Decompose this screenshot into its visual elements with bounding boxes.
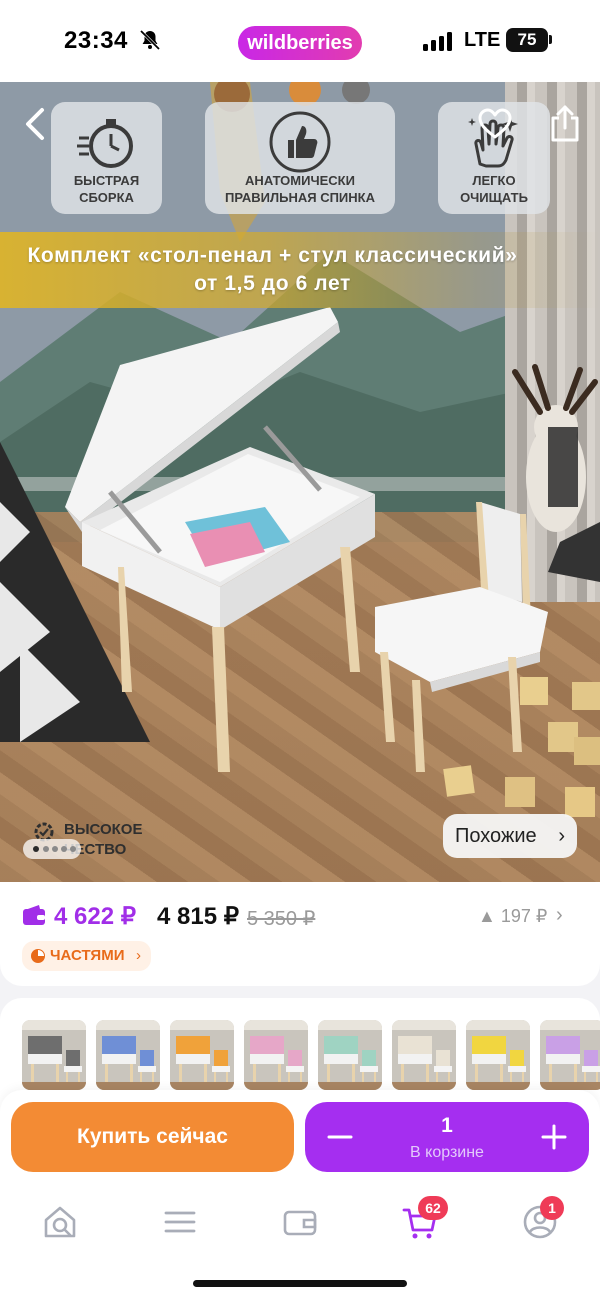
heart-icon[interactable] xyxy=(478,108,512,140)
carousel-dot xyxy=(52,846,58,852)
pie-clock-icon xyxy=(31,949,45,963)
tab-catalog[interactable] xyxy=(160,1202,200,1242)
banner-subtitle: от 1,5 до 6 лет xyxy=(194,272,351,295)
buy-now-button[interactable]: Купить сейчас xyxy=(11,1102,294,1172)
feature-line: АНАТОМИЧЕСКИ xyxy=(245,173,355,188)
feature-line: СБОРКА xyxy=(79,190,134,205)
product-page: 23:34 wildberries LTE 75 БЫСТРАЯ СБОРКА … xyxy=(0,0,600,1300)
carousel-dot-active xyxy=(33,846,39,852)
wallet-price: 4 622 ₽ xyxy=(54,903,136,930)
wallet-icon xyxy=(283,1210,317,1236)
thumbnail-variant-pink[interactable] xyxy=(244,1020,308,1090)
price: 4 815 ₽ xyxy=(157,903,239,930)
similar-button[interactable]: Похожие › xyxy=(443,814,577,858)
feature-line: ПРАВИЛЬНАЯ СПИНКА xyxy=(225,190,375,205)
feature-label: БЫСТРАЯ СБОРКА xyxy=(51,172,162,206)
thumbnail-image xyxy=(466,1020,530,1090)
feature-quick-assembly: БЫСТРАЯ СБОРКА xyxy=(51,102,162,214)
carousel-dot xyxy=(61,846,67,852)
status-bar: 23:34 wildberries LTE 75 xyxy=(0,0,600,82)
menu-icon xyxy=(164,1211,196,1233)
bell-muted-icon xyxy=(139,29,161,51)
network-type: LTE xyxy=(464,29,501,51)
carousel-dot xyxy=(43,846,49,852)
chevron-right-icon[interactable]: › xyxy=(556,904,563,927)
thumbnail-image xyxy=(22,1020,86,1090)
banner-title: Комплект «стол-пенал + стул классический… xyxy=(27,244,518,267)
feature-line: ОЧИЩАТЬ xyxy=(460,190,528,205)
battery-level: 75 xyxy=(506,28,548,52)
chevron-right-icon: › xyxy=(558,825,565,847)
feature-line: ЛЕГКО xyxy=(472,173,516,188)
cart-stepper: 1 В корзине xyxy=(305,1102,589,1172)
action-bar: Купить сейчас 1 В корзине xyxy=(0,1090,600,1190)
wallet-icon xyxy=(23,905,45,925)
thumbnail-variant-yellow[interactable] xyxy=(466,1020,530,1090)
installments-badge[interactable]: ЧАСТЯМИ › xyxy=(22,941,151,971)
similar-label: Похожие xyxy=(455,825,537,847)
status-time: 23:34 xyxy=(64,27,128,54)
carousel-dot xyxy=(70,846,76,852)
share-icon[interactable] xyxy=(549,104,581,142)
feature-line: БЫСТРАЯ xyxy=(73,173,140,188)
battery-tip xyxy=(549,35,552,44)
thumbnail-variant-black[interactable] xyxy=(22,1020,86,1090)
profile-badge: 1 xyxy=(540,1196,564,1220)
cart-badge: 62 xyxy=(418,1196,448,1220)
product-banner: Комплект «стол-пенал + стул классический… xyxy=(0,232,600,308)
thumbnail-image xyxy=(392,1020,456,1090)
thumbnail-image xyxy=(540,1020,600,1090)
app-brand-pill: wildberries xyxy=(238,26,362,60)
home-indicator xyxy=(193,1280,407,1287)
tab-home[interactable] xyxy=(40,1202,80,1242)
thumbnail-image xyxy=(318,1020,382,1090)
carousel-dots[interactable] xyxy=(23,839,81,859)
thumbnail-image xyxy=(96,1020,160,1090)
thumbnail-image xyxy=(244,1020,308,1090)
price-section: 4 622 ₽ 4 815 ₽ 5 350 ₽ ▲ 197 ₽ › ЧАСТЯМ… xyxy=(0,882,600,986)
old-price: 5 350 ₽ xyxy=(247,908,316,930)
price-change[interactable]: ▲ 197 ₽ xyxy=(478,906,547,927)
thumbnail-image xyxy=(170,1020,234,1090)
chevron-right-icon: › xyxy=(136,947,141,964)
feature-label: ЛЕГКО ОЧИЩАТЬ xyxy=(438,172,550,206)
thumbnail-variant-beige[interactable] xyxy=(392,1020,456,1090)
feature-label: АНАТОМИЧЕСКИ ПРАВИЛЬНАЯ СПИНКА xyxy=(205,172,395,206)
thumbnail-variant-blue[interactable] xyxy=(96,1020,160,1090)
signal-icon xyxy=(423,32,452,51)
thumbnail-variant-orange[interactable] xyxy=(170,1020,234,1090)
tab-profile[interactable]: 1 xyxy=(520,1196,564,1242)
quality-line: ВЫСОКОЕ xyxy=(64,821,143,838)
search-home-icon xyxy=(44,1206,76,1238)
stopwatch-icon xyxy=(76,119,133,168)
thumbnail-variant-lilac[interactable] xyxy=(540,1020,600,1090)
tab-cart[interactable]: 62 xyxy=(400,1196,448,1242)
plus-icon[interactable] xyxy=(539,1120,569,1154)
feature-anatomic-back: АНАТОМИЧЕСКИ ПРАВИЛЬНАЯ СПИНКА xyxy=(205,102,395,214)
thumbs-up-icon xyxy=(269,111,331,173)
product-image-carousel[interactable]: БЫСТРАЯ СБОРКА АНАТОМИЧЕСКИ ПРАВИЛЬНАЯ С… xyxy=(0,82,600,882)
back-icon[interactable] xyxy=(20,106,50,142)
tab-wallet[interactable] xyxy=(280,1202,320,1242)
thumbnail-variant-mint[interactable] xyxy=(318,1020,382,1090)
installments-label: ЧАСТЯМИ xyxy=(50,947,125,964)
